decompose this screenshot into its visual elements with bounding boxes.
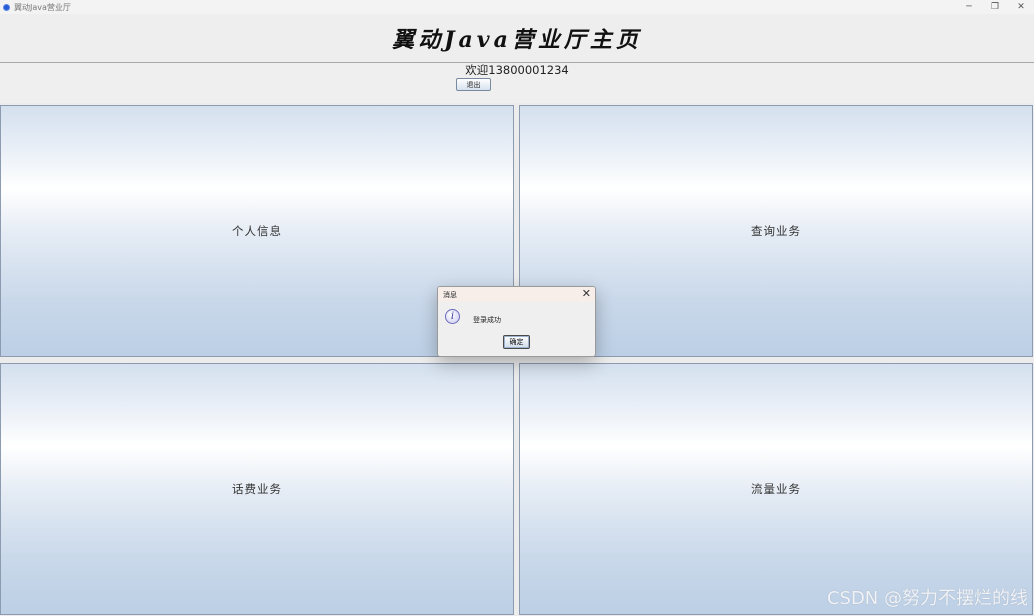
watermark: CSDN @努力不摆烂的线: [826, 588, 1028, 609]
logout-button[interactable]: 退出: [456, 78, 491, 91]
panel-query-service[interactable]: 查询业务: [519, 105, 1033, 357]
close-button[interactable]: ✕: [1014, 0, 1028, 14]
window-titlebar: 翼动Java营业厅 ─ ❐ ✕: [0, 0, 1034, 14]
window-controls: ─ ❐ ✕: [962, 0, 1028, 14]
panel-query-service-label: 查询业务: [751, 224, 801, 238]
page-title: 翼动Java营业厅主页: [392, 27, 642, 53]
welcome-area: 欢迎13800001234 退出: [0, 63, 1034, 103]
window-title: 翼动Java营业厅: [14, 2, 71, 12]
ok-button[interactable]: 确定: [503, 335, 530, 349]
page-header: 翼动Java营业厅主页: [0, 14, 1034, 62]
dialog-message: 登录成功: [473, 316, 501, 324]
panel-phone-bill-service[interactable]: 话费业务: [0, 363, 514, 615]
message-dialog: 消息 ✕ i 登录成功 确定: [437, 286, 596, 357]
app-icon: [3, 3, 10, 11]
panel-data-traffic-service[interactable]: 流量业务: [519, 363, 1033, 615]
dialog-close-icon[interactable]: ✕: [582, 288, 591, 300]
minimize-button[interactable]: ─: [962, 0, 976, 14]
welcome-text: 欢迎13800001234: [465, 63, 569, 77]
panel-phone-bill-service-label: 话费业务: [232, 482, 282, 496]
restore-button[interactable]: ❐: [988, 0, 1002, 14]
dialog-titlebar[interactable]: 消息 ✕: [438, 287, 595, 302]
panel-data-traffic-service-label: 流量业务: [751, 482, 801, 496]
panel-personal-info-label: 个人信息: [232, 224, 282, 238]
dialog-title: 消息: [443, 290, 457, 299]
info-icon: i: [445, 309, 460, 324]
